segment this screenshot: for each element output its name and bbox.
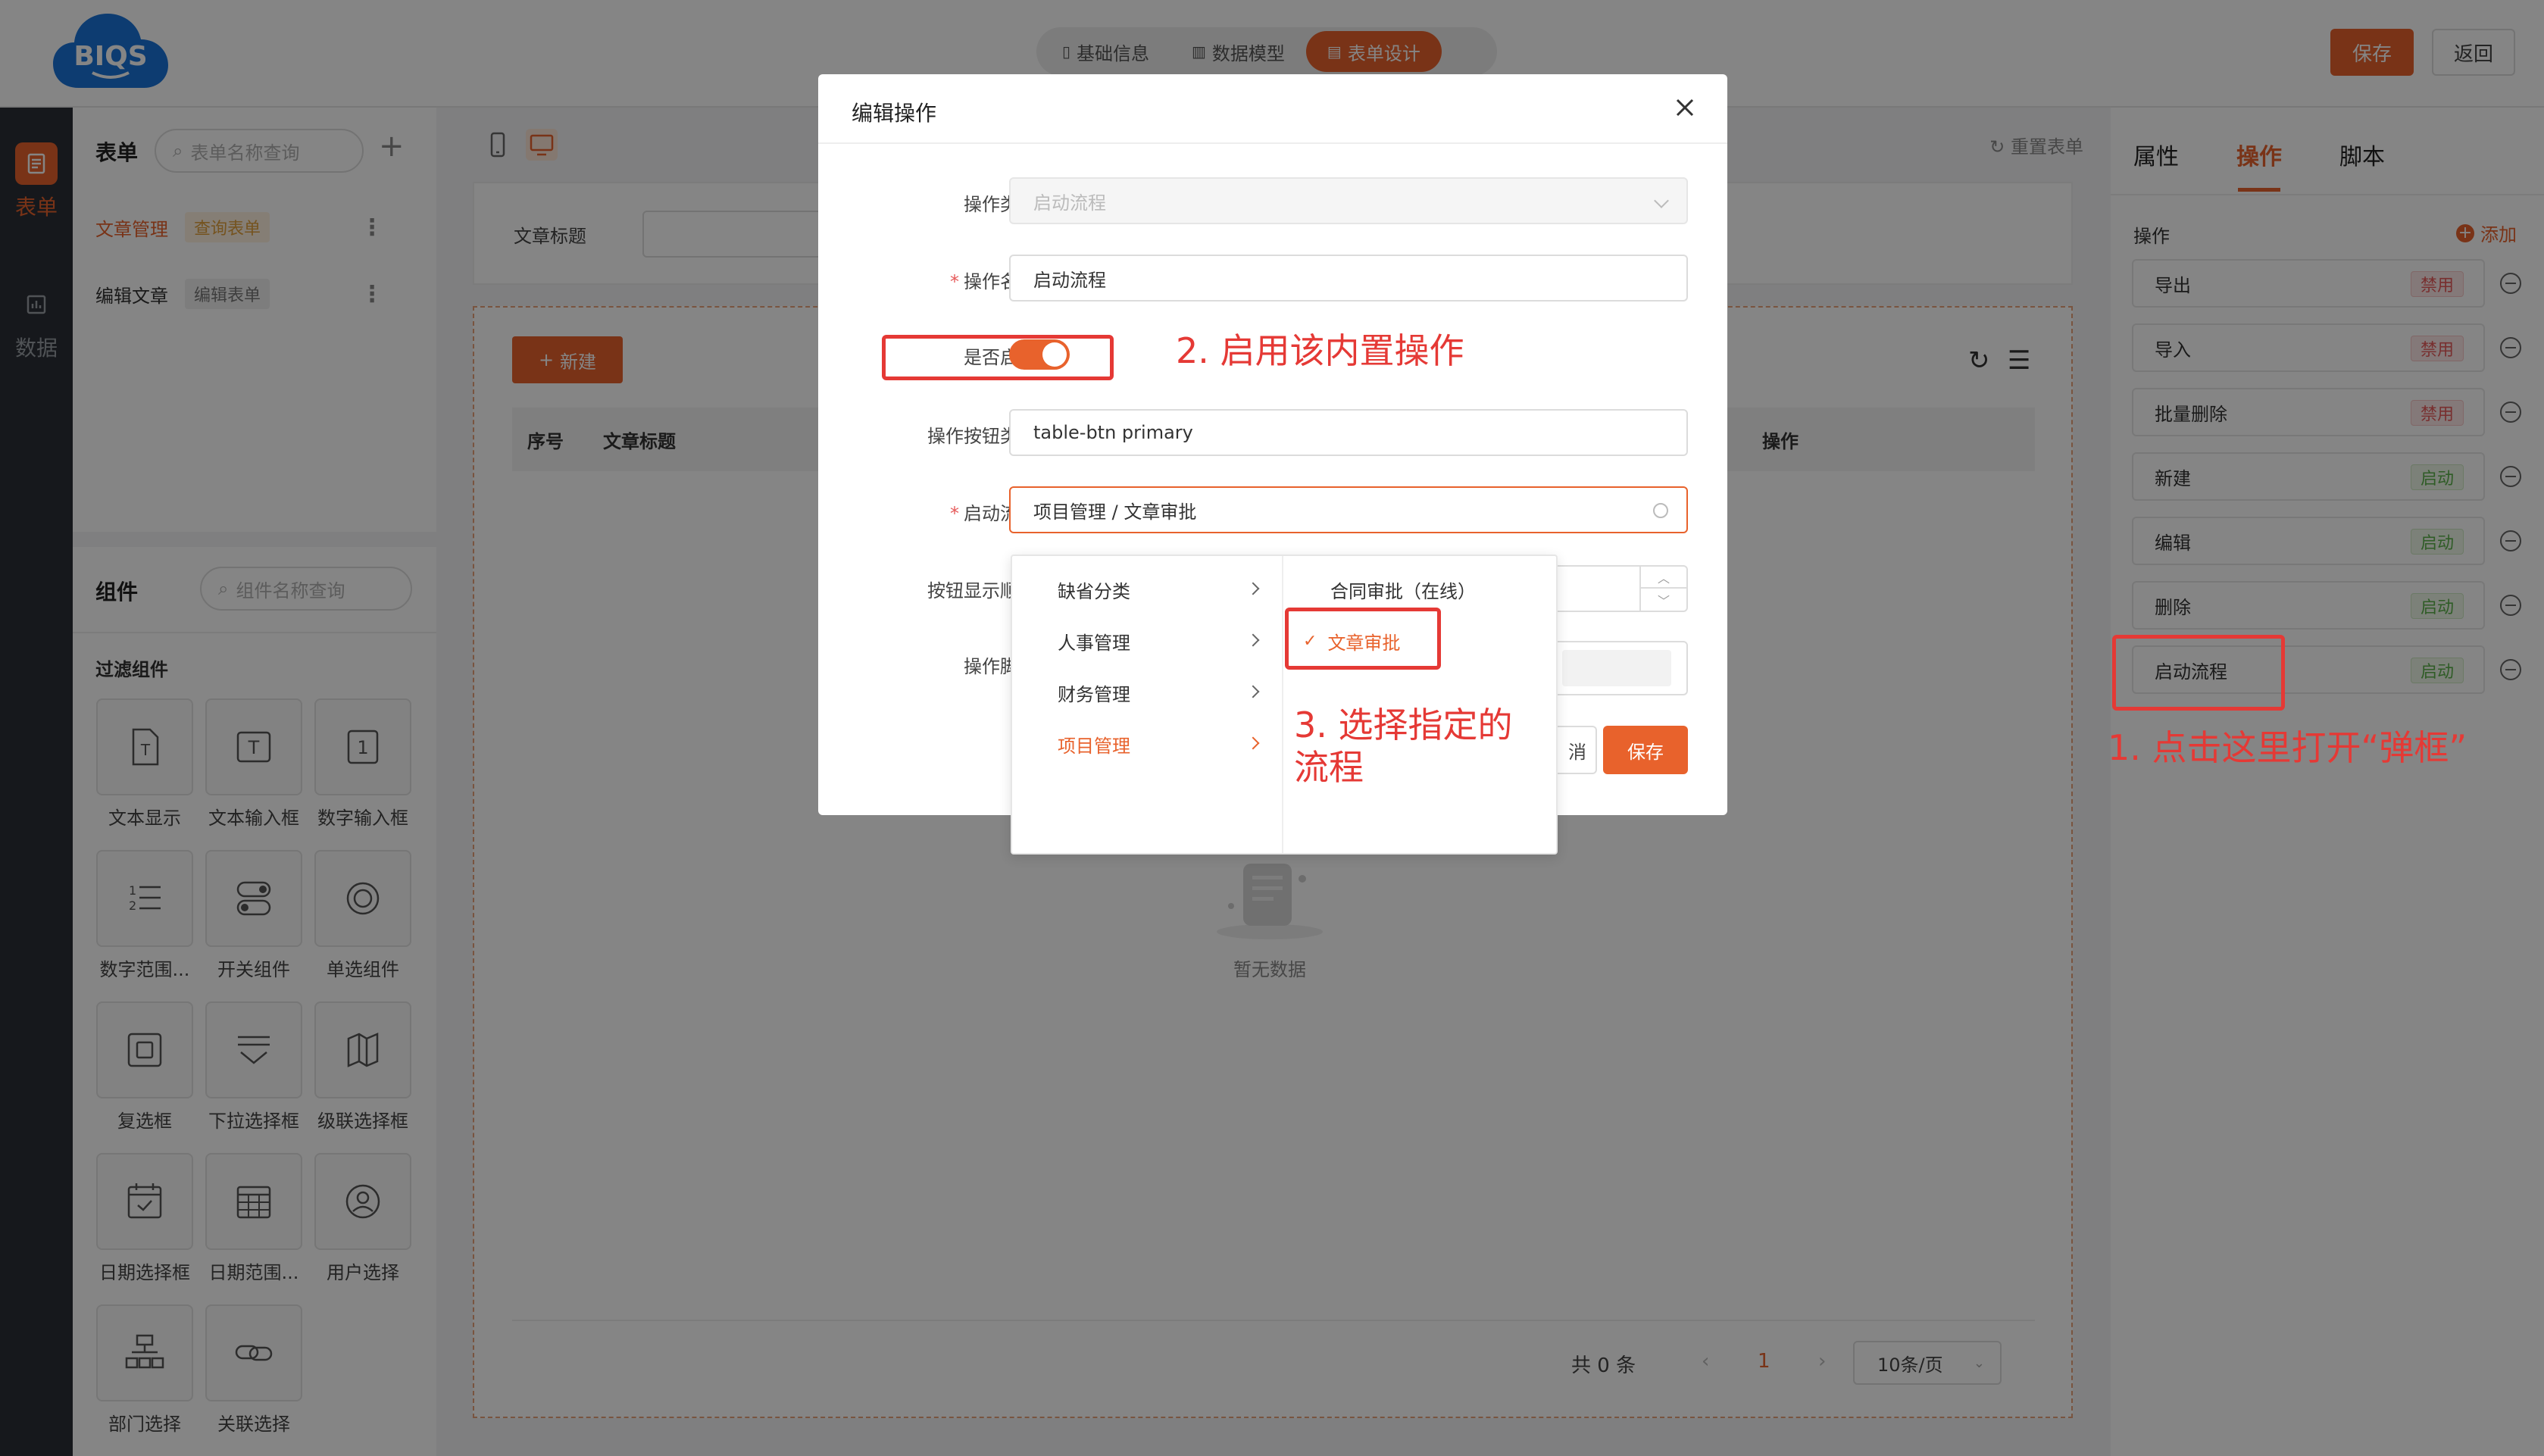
annotation-step3-line2: 流程: [1294, 747, 1364, 788]
clear-icon[interactable]: [1653, 503, 1668, 518]
annotation-step3-line1: 3. 选择指定的: [1294, 705, 1513, 745]
op-type-select: 启动流程: [1009, 177, 1688, 224]
order-stepper[interactable]: ︿ ﹀: [1553, 565, 1688, 612]
cascader-option[interactable]: 缺省分类: [1012, 567, 1283, 612]
chevron-right-icon: [1246, 582, 1260, 595]
cancel-button[interactable]: 消: [1553, 726, 1597, 774]
dialog-title: 编辑操作: [852, 101, 937, 126]
chevron-up-icon[interactable]: ︿: [1641, 567, 1686, 589]
annotation-box-flow: [1285, 608, 1441, 670]
dialog-save-button[interactable]: 保存: [1603, 726, 1688, 774]
close-icon[interactable]: [1670, 92, 1700, 123]
cascader-option[interactable]: 人事管理: [1012, 618, 1283, 664]
divider: [818, 142, 1727, 144]
annotation-box-enable: [882, 335, 1114, 380]
chevron-right-icon: [1246, 736, 1260, 750]
chevron-down-icon: [1654, 193, 1669, 208]
btn-class-input[interactable]: table-btn primary: [1009, 409, 1688, 456]
annotation-step1: 1. 点击这里打开“弹框”: [2108, 727, 2467, 768]
cascader-sub-option[interactable]: 合同审批（在线）: [1285, 567, 1558, 612]
cascader-option[interactable]: 项目管理: [1012, 721, 1283, 767]
flow-cascader-input[interactable]: 项目管理 / 文章审批: [1009, 486, 1688, 533]
chevron-down-icon[interactable]: ﹀: [1641, 589, 1686, 611]
chevron-right-icon: [1246, 685, 1260, 698]
annotation-step2: 2. 启用该内置操作: [1176, 330, 1464, 371]
op-name-input[interactable]: 启动流程: [1009, 255, 1688, 302]
cascader-level1: 缺省分类 人事管理 财务管理 项目管理: [1012, 556, 1283, 853]
cascader-option[interactable]: 财务管理: [1012, 670, 1283, 715]
annotation-box-start-flow: [2112, 635, 2285, 711]
script-editor[interactable]: [1553, 641, 1688, 695]
stepper-buttons: ︿ ﹀: [1639, 567, 1686, 611]
chevron-right-icon: [1246, 633, 1260, 647]
